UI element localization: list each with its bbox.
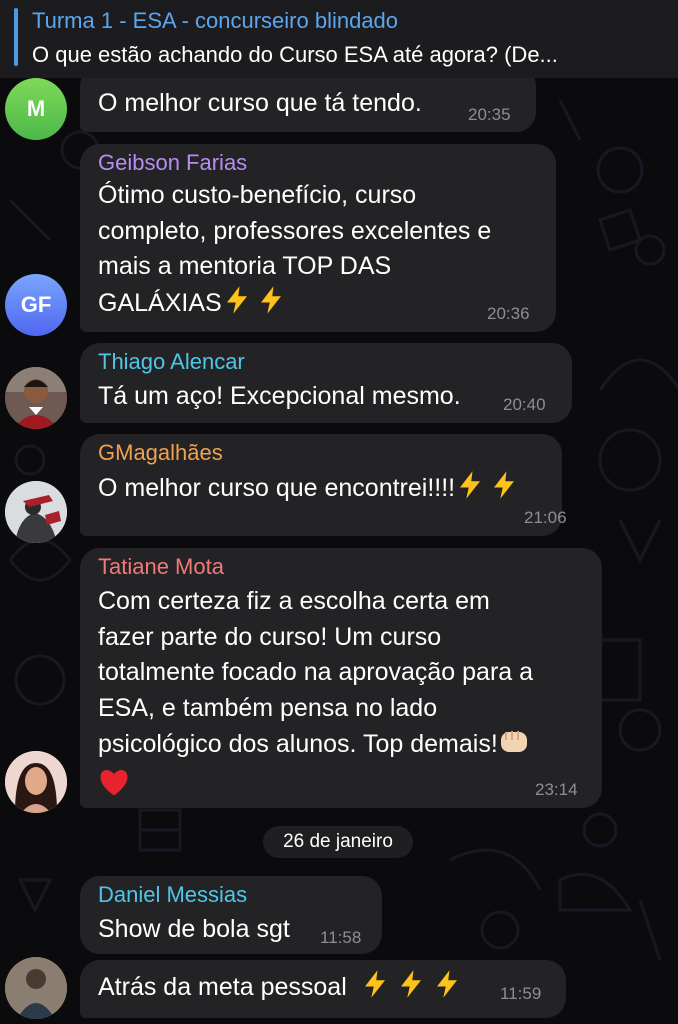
fist-emoji-icon — [498, 726, 530, 767]
message-bubble[interactable]: Daniel Messias Show de bola sgt 11:58 — [80, 876, 382, 954]
avatar[interactable] — [5, 751, 67, 813]
lightning-emoji-icon — [396, 969, 426, 1010]
message-line: totalmente focado na aprovação para a — [98, 658, 534, 686]
message-line: psicológico dos alunos. Top demais! — [98, 730, 498, 758]
message-sender: Geibson Farias — [98, 150, 248, 175]
message-bubble[interactable]: GMagalhães O melhor curso que encontrei!… — [80, 434, 567, 536]
message-time: 21:06 — [524, 508, 567, 527]
avatar[interactable]: M — [5, 78, 67, 140]
avatar[interactable]: GF — [5, 274, 67, 336]
message-bubble[interactable]: Atrás da meta pessoal 11:59 — [80, 960, 566, 1018]
message-text: Tá um aço! Excepcional mesmo. — [98, 382, 461, 410]
message-time: 11:59 — [500, 984, 542, 1003]
lightning-emoji-icon — [256, 285, 286, 326]
message-sender: Daniel Messias — [98, 882, 248, 907]
message-sender: Thiago Alencar — [98, 349, 245, 374]
message-line: GALÁXIAS — [98, 288, 222, 317]
message-bubble[interactable]: Tatiane Mota Com certeza fiz a escolha c… — [80, 548, 602, 808]
message-text: O melhor curso que encontrei!!!! — [98, 470, 519, 511]
message-time: 23:14 — [535, 780, 578, 799]
pinned-text: O que estão achando do Curso ESA até ago… — [32, 42, 558, 67]
avatar[interactable] — [5, 367, 67, 429]
message-bubble[interactable]: Thiago Alencar Tá um aço! Excepcional me… — [80, 343, 572, 423]
avatar-photo — [5, 957, 67, 1019]
message-text: Ótimo custo-benefício, curso completo, p… — [98, 178, 491, 325]
avatar-initials: GF — [20, 292, 52, 317]
message-bubble[interactable]: Geibson Farias Ótimo custo-benefício, cu… — [80, 144, 556, 332]
heart-emoji-icon — [98, 767, 130, 808]
message-time: 20:35 — [468, 105, 511, 124]
message-sender: GMagalhães — [98, 440, 223, 465]
date-separator: 26 de janeiro — [263, 826, 413, 858]
avatar[interactable] — [5, 481, 67, 543]
message-time: 20:36 — [487, 304, 530, 323]
message-line: Atrás da meta pessoal — [98, 973, 347, 1001]
avatar[interactable] — [5, 957, 67, 1019]
lightning-emoji-icon — [222, 285, 252, 326]
message-time: 20:40 — [503, 395, 546, 414]
pinned-accent-bar — [14, 8, 18, 66]
message-line: O melhor curso que encontrei!!!! — [98, 474, 456, 502]
avatar-photo — [5, 481, 67, 543]
avatar-photo — [5, 751, 67, 813]
message-line: completo, professores excelentes e — [98, 216, 492, 245]
message-line: Com certeza fiz a escolha certa em — [98, 587, 490, 615]
message-text: O melhor curso que tá tendo. — [98, 89, 422, 117]
lightning-emoji-icon — [432, 969, 462, 1010]
message-text: Atrás da meta pessoal — [98, 969, 462, 1010]
lightning-emoji-icon — [455, 470, 485, 511]
pinned-message-bar[interactable]: Turma 1 - ESA - concurseiro blindado O q… — [0, 0, 678, 78]
message-line: mais a mentoria TOP DAS — [98, 252, 392, 280]
lightning-emoji-icon — [489, 470, 519, 511]
message-sender: Tatiane Mota — [98, 554, 224, 579]
message-line: fazer parte do curso! Um curso — [98, 622, 442, 651]
message-time: 11:58 — [320, 928, 362, 947]
avatar-photo — [5, 367, 67, 429]
avatar-initials: M — [26, 96, 46, 121]
message-text: Show de bola sgt — [98, 915, 290, 943]
lightning-emoji-icon — [360, 969, 390, 1010]
message-line: Ótimo custo-benefício, curso — [98, 181, 417, 209]
pinned-title: Turma 1 - ESA - concurseiro blindado — [32, 8, 399, 33]
message-text: Com certeza fiz a escolha certa em fazer… — [98, 584, 533, 807]
message-line: ESA, e também pensa no lado — [98, 693, 438, 722]
